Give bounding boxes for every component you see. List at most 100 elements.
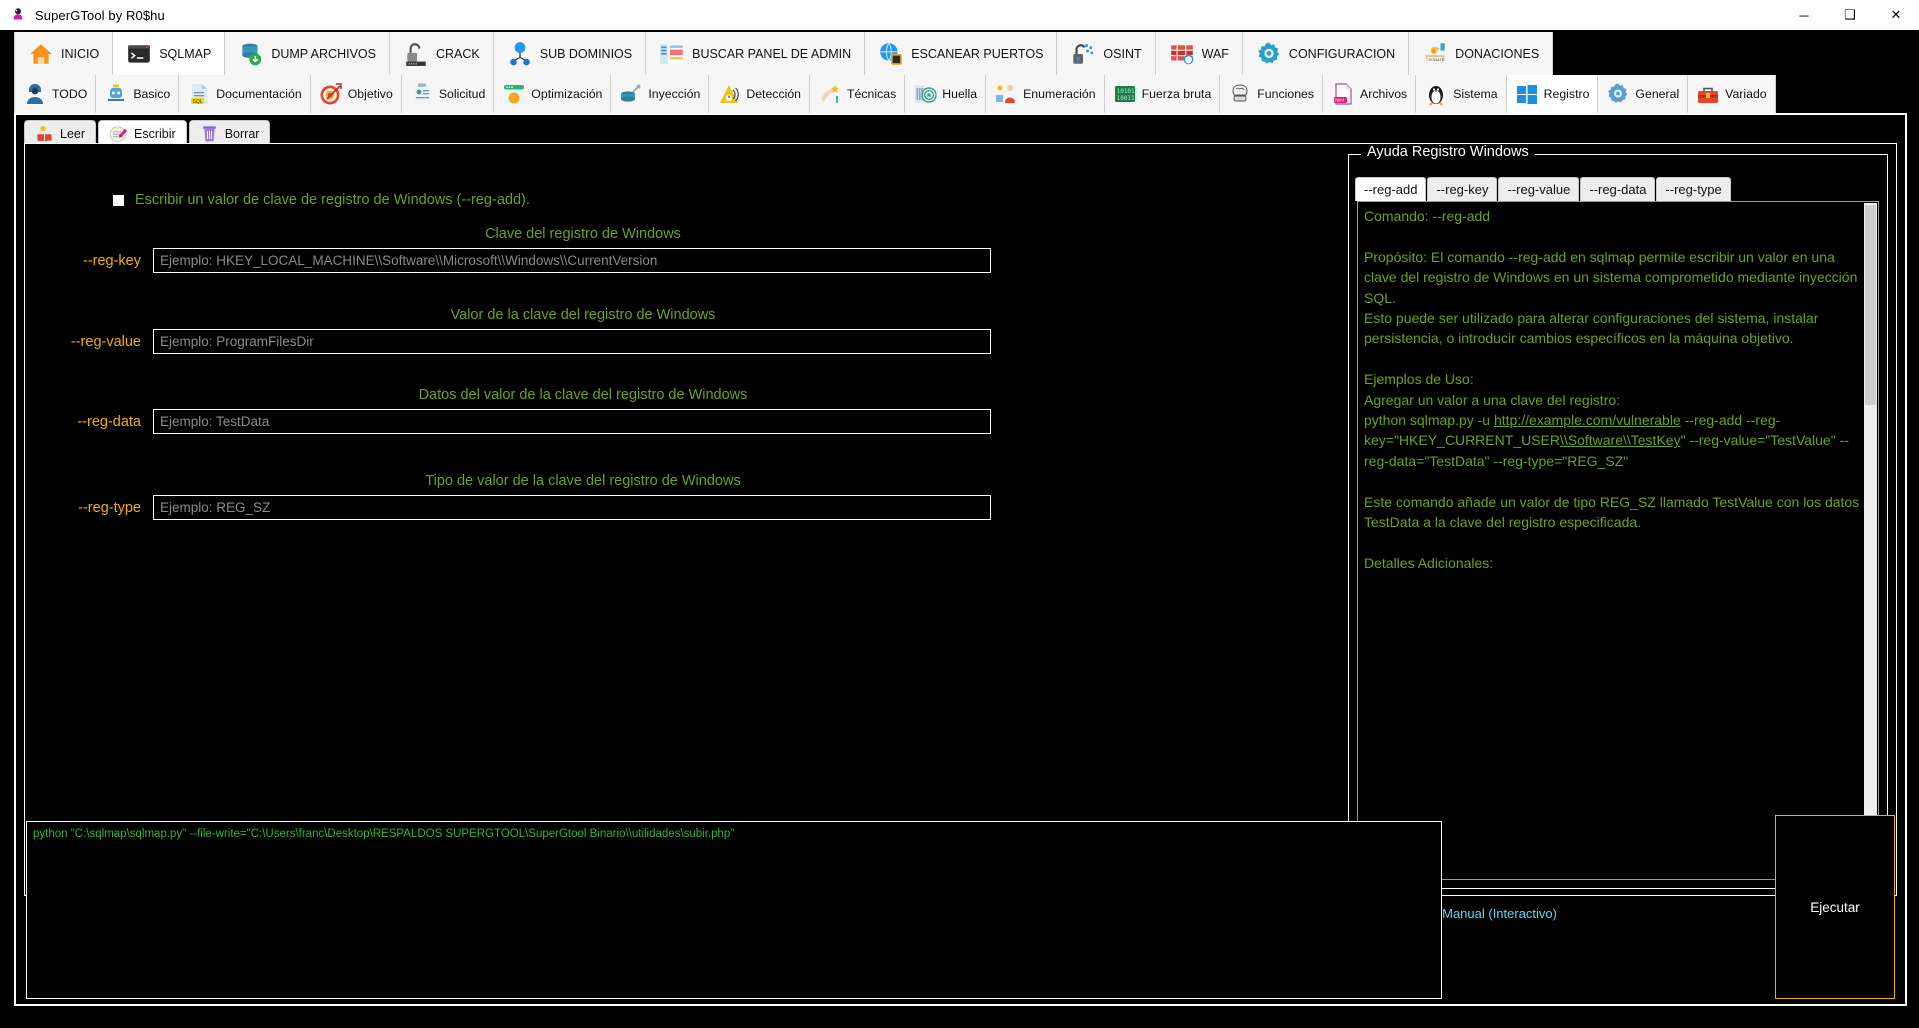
sqlmap-tab-inyeccion[interactable]: Inyección (611, 75, 710, 113)
sqlmap-tab-tecnicas[interactable]: Técnicas (810, 75, 906, 113)
ribbon-tab-label: ESCANEAR PUERTOS (911, 46, 1044, 61)
ayuda-tab-reg-add[interactable]: --reg-add (1355, 177, 1427, 201)
ayuda-text-part-3: " --reg-value="TestValue" --reg-data="Te… (1364, 432, 1860, 571)
fingerprint-icon (915, 85, 937, 103)
registro-form-pane: Escribir un valor de clave de registro d… (25, 144, 1013, 895)
sqlmap-tab-documentacion[interactable]: SQL Documentación (179, 75, 311, 113)
field-title: Datos del valor de la clave del registro… (418, 387, 748, 403)
sqlmap-tab-general[interactable]: General (1598, 75, 1689, 113)
ribbon-tab-configuracion[interactable]: CONFIGURACION (1242, 32, 1410, 75)
sqlmap-tab-funciones[interactable]: Funciones (1220, 75, 1324, 113)
reg-key-input[interactable] (153, 248, 991, 273)
field-group-reg-type: Tipo de valor de la clave del registro d… (25, 473, 1013, 520)
ayuda-text-area[interactable]: Comando: --reg-add Propósito: El comando… (1357, 201, 1879, 880)
ayuda-scrollbar-thumb[interactable] (1865, 205, 1876, 405)
firewall-icon (1170, 44, 1193, 64)
globe-network-icon (509, 41, 530, 65)
ribbon-tab-label: WAF (1201, 46, 1229, 61)
penguin-icon (1429, 86, 1444, 106)
ribbon-tab-sqlmap[interactable]: SQLMAP (113, 32, 226, 75)
ribbon-tab-crack[interactable]: **** CRACK (389, 32, 494, 75)
sqlmap-tab-label: Técnicas (847, 87, 897, 101)
subtab-label: Escribir (134, 126, 176, 141)
reg-type-input[interactable] (153, 495, 991, 520)
sqlmap-tab-deteccion[interactable]: Detección (709, 75, 811, 113)
sqlmap-tab-todo[interactable]: TODO (14, 75, 97, 113)
ribbon-tab-label: BUSCAR PANEL DE ADMIN (692, 46, 852, 61)
sqlmap-tab-label: Basico (133, 87, 171, 101)
svg-text:101011: 101011 (1116, 88, 1136, 95)
sqlmap-tab-sistema[interactable]: Sistema (1416, 75, 1507, 113)
syringe-db-icon (621, 84, 642, 102)
field-tag: --reg-data (77, 413, 141, 430)
sqlmap-tab-label: Inyección (648, 87, 701, 101)
sqlmap-tab-registro[interactable]: Registro (1506, 75, 1599, 113)
reg-data-input[interactable] (153, 409, 991, 434)
ribbon-tab-dump-archivos[interactable]: DUMP ARCHIVOS (225, 32, 390, 75)
svg-text:DONATE: DONATE (1429, 57, 1445, 62)
ejecutar-button[interactable]: Ejecutar (1775, 815, 1895, 999)
ayuda-scrollbar[interactable] (1864, 203, 1877, 878)
brain-icon (1232, 84, 1248, 102)
sqlmap-tab-huella[interactable]: Huella (905, 75, 987, 113)
sqlmap-tab-solicitud[interactable]: Solicitud (401, 75, 495, 113)
ribbon-tab-buscar-panel-admin[interactable]: BUSCAR PANEL DE ADMIN (646, 32, 866, 75)
ayuda-tab-reg-data[interactable]: --reg-data (1580, 177, 1656, 201)
sqlmap-tab-fuerza-bruta[interactable]: 101011 100111 Fuerza bruta (1104, 75, 1221, 113)
reg-add-checkbox-row[interactable]: Escribir un valor de clave de registro d… (113, 192, 530, 208)
ribbon-tab-sub-dominios[interactable]: SUB DOMINIOS (493, 32, 647, 75)
ribbon-tab-donaciones[interactable]: $ DONATE DONACIONES (1409, 32, 1554, 75)
tools-icon (821, 85, 840, 103)
toolbox-icon (1698, 87, 1719, 103)
sqlmap-tab-label: Sistema (1453, 87, 1498, 101)
ayuda-tab-reg-key[interactable]: --reg-key (1427, 177, 1498, 201)
registro-escribir-panel: Escribir un valor de clave de registro d… (24, 143, 1897, 896)
field-group-reg-value: Valor de la clave del registro de Window… (25, 307, 1013, 354)
ribbon-tab-label: CONFIGURACION (1288, 46, 1396, 61)
gear-blue-icon (1608, 83, 1628, 103)
ribbon-tab-label: INICIO (61, 46, 100, 61)
sqlmap-tab-objetivo[interactable]: Objetivo (310, 75, 402, 113)
ribbon-tab-label: SQLMAP (159, 46, 212, 61)
ayuda-registro-groupbox: Ayuda Registro Windows --reg-add --reg-k… (1348, 144, 1888, 889)
ayuda-tab-reg-type[interactable]: --reg-type (1656, 177, 1731, 201)
field-row: --reg-type (25, 495, 1013, 520)
gear-icon (1258, 42, 1280, 64)
ribbon-tab-escanear-puertos[interactable]: ESCANEAR PUERTOS (865, 32, 1058, 75)
radio-manual[interactable]: Manual (Interactivo) (1422, 906, 1557, 921)
globe-scanner-icon (880, 42, 903, 65)
sqlmap-tab-label: Solicitud (438, 87, 486, 101)
ribbon-tab-label: CRACK (435, 46, 480, 61)
svg-text:****: **** (408, 62, 417, 66)
reg-add-checkbox[interactable] (113, 194, 124, 206)
ejecutar-label: Ejecutar (1810, 899, 1860, 915)
sqlmap-tab-label: General (1635, 87, 1680, 101)
window-controls: ─ ❑ ✕ (1781, 0, 1919, 30)
ribbon-tab-inicio[interactable]: INICIO (14, 32, 114, 75)
ayuda-tab-reg-value[interactable]: --reg-value (1498, 177, 1580, 201)
reg-value-input[interactable] (153, 329, 991, 354)
minimize-button[interactable]: ─ (1781, 0, 1827, 30)
sqlmap-tab-archivos[interactable]: html Archivos (1323, 75, 1417, 113)
sqlmap-tab-label: Enumeración (1023, 87, 1096, 101)
ayuda-regkey-link[interactable]: \\Software\\TestKey (1560, 432, 1681, 448)
sqlmap-tab-variado[interactable]: Variado (1688, 75, 1776, 113)
close-button[interactable]: ✕ (1873, 0, 1919, 30)
database-download-icon (242, 43, 262, 65)
maximize-button[interactable]: ❑ (1827, 0, 1873, 30)
sqlmap-tab-label: Huella (942, 87, 978, 101)
windows-icon (1516, 85, 1537, 104)
command-preview-box[interactable]: python "C:\sqlmap\sqlmap.py" --file-writ… (26, 821, 1442, 999)
robot-icon (108, 84, 125, 101)
ayuda-tab-bar: --reg-add --reg-key --reg-value --reg-da… (1355, 177, 1732, 201)
sqlmap-tab-enumeracion[interactable]: Enumeración (986, 75, 1105, 113)
field-title: Clave del registro de Windows (485, 226, 681, 242)
sqlmap-tab-basico[interactable]: Basico (96, 75, 180, 113)
ribbon-tab-waf[interactable]: WAF (1155, 32, 1243, 75)
ribbon-tab-osint[interactable]: OSINT (1057, 32, 1156, 75)
ayuda-example-url-link[interactable]: http://example.com/vulnerable (1494, 412, 1681, 428)
sqlmap-tab-optimizacion[interactable]: Optimización (494, 75, 612, 113)
field-title: Valor de la clave del registro de Window… (450, 307, 716, 323)
ribbon-tab-label: SUB DOMINIOS (539, 46, 633, 61)
field-row: --reg-key (25, 248, 1013, 273)
